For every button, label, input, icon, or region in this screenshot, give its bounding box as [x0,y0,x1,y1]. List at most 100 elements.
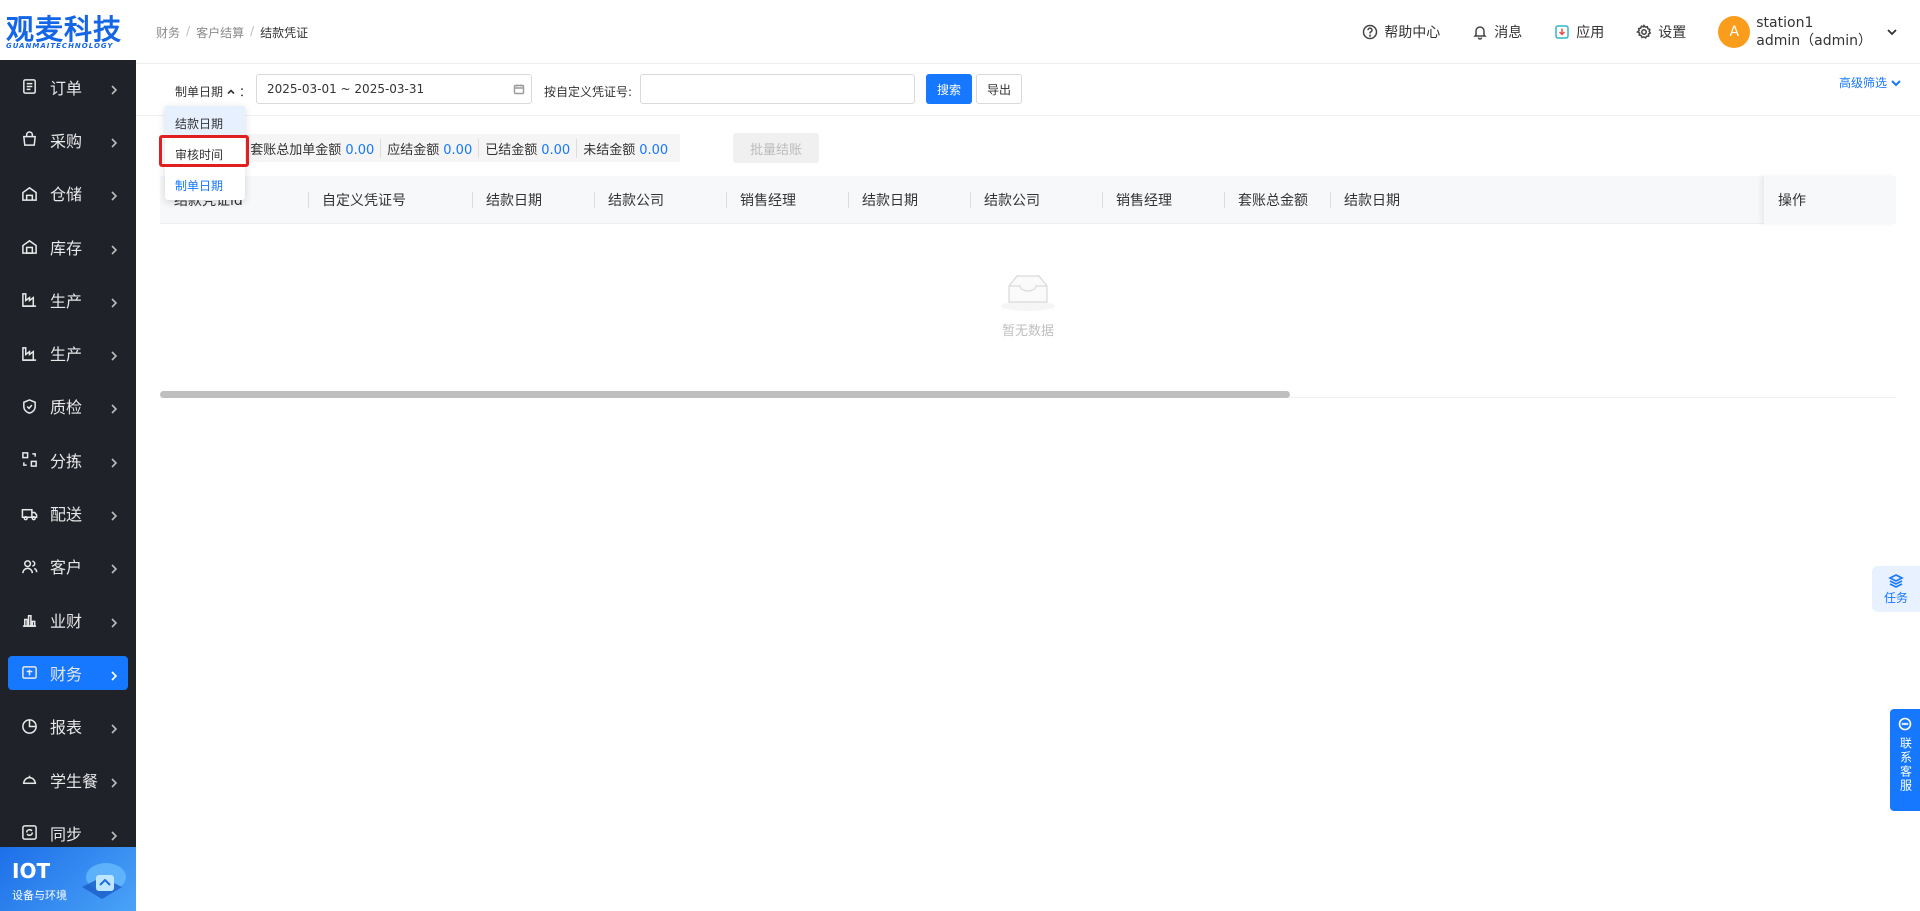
chevron-right-icon [110,560,118,574]
task-label: 任务 [1883,590,1908,605]
sidebar-item-11[interactable]: 财务 [0,646,136,699]
factory-icon [20,344,38,362]
sidebar-item-label: 同步 [50,824,83,844]
dropdown-option-create-date[interactable]: 制单日期 [165,168,245,199]
chevron-right-icon [110,720,118,734]
sidebar-item-label: 质检 [50,398,83,418]
sidebar-item-2[interactable]: 仓储 [0,167,136,220]
gear-icon [1636,24,1652,39]
iot-subtitle: 设备与环境 [12,889,67,902]
settings-label: 设置 [1658,25,1687,41]
user-menu[interactable]: A station1 admin（admin） [1718,14,1898,50]
customer-service-button[interactable]: 联系客服 [1890,709,1920,811]
table-header: 结款日期 套账总金额 销售经理 结款公司 结款日期 销售经理 结款公司 结款日期 自定义凭证号结… [160,176,1896,224]
date-range-value: 2025-03-01 ~ 2025-03-31 [267,82,425,96]
sidebar-item-4[interactable]: 生产 [0,273,136,326]
chevron-up-icon [227,88,235,94]
sidebar-item-label: 生产 [50,291,83,311]
column-header-7: 销售经理 [1102,176,1172,224]
messages-button[interactable]: 消息 [1472,22,1522,42]
sidebar-item-12[interactable]: 报表 [0,700,136,753]
export-button[interactable]: 导出 [976,74,1022,104]
help-center-button[interactable]: 帮助中心 [1362,22,1440,42]
date-range-picker[interactable]: 2025-03-01 ~ 2025-03-31 [256,74,532,104]
task-button[interactable]: 任务 [1872,566,1920,612]
chevron-down-icon [1891,79,1901,86]
chevron-right-icon [110,454,118,468]
chevron-right-icon [110,134,118,148]
breadcrumb-current: 结款凭证 [260,26,309,40]
pie-chart-icon [20,717,38,735]
sync-icon [20,824,38,842]
sidebar-item-9[interactable]: 客户 [0,540,136,593]
iot-title: IOT [12,859,51,883]
summary-bar: 数0 套账总加单金额0.00 应结金额0.00 已结金额0.00 未结金额0.0… [186,134,681,162]
user-station: station1 [1756,15,1814,31]
sidebar-item-7[interactable]: 分拣 [0,433,136,486]
filter-bar: 制单日期 ： 2025-03-01 ~ 2025-03-31 按自定义凭证号: … [136,64,1920,116]
scrollbar-thumb[interactable] [160,391,1290,398]
sidebar-item-6[interactable]: 质检 [0,380,136,433]
sidebar-item-5[interactable]: 生产 [0,326,136,379]
top-header: 财务 / 客户结算 / 结款凭证 帮助中心 消息 应用 设置 A station1 … [136,0,1920,64]
chevron-right-icon [110,827,118,841]
customer-service-label: 联系客服 [1898,737,1913,793]
bar-chart-icon [20,611,38,629]
sorting-icon [20,451,38,469]
advanced-filter-button[interactable]: 高级筛选 [1839,74,1902,91]
summary-due: 应结金额 0.00 [381,138,480,158]
apps-button[interactable]: 应用 [1554,22,1604,42]
dropdown-option-payment-date[interactable]: 结款日期 [165,106,245,137]
logo[interactable]: 观麦科技 GUANMAITECHNOLOGY [0,0,136,60]
summary-unsettled: 未结金额 0.00 [583,142,669,158]
column-header-6: 结款公司 [970,176,1040,224]
empty-box-icon [1001,275,1055,311]
search-button[interactable]: 搜索 [926,74,972,104]
layers-icon [1888,573,1904,588]
sidebar-item-10[interactable]: 业财 [0,593,136,646]
sidebar-item-label: 采购 [50,131,83,151]
sidebar-item-label: 分拣 [50,451,83,471]
iot-banner[interactable]: IOT 设备与环境 [0,847,136,911]
warehouse-icon [20,184,38,202]
date-type-select[interactable]: 制单日期 ： [175,83,251,100]
empty-text: 暂无数据 [1001,324,1054,339]
advanced-filter-label: 高级筛选 [1838,76,1887,90]
chevron-right-icon [110,507,118,521]
sidebar-item-label: 客户 [50,558,83,578]
column-header-1: 自定义凭证号 [308,176,406,224]
sidebar: 观麦科技 GUANMAITECHNOLOGY 订单 采购 仓储 库存 生产 生产 质检 分拣配… [0,0,136,911]
truck-icon [20,504,38,522]
column-header-2: 结款日期 [472,176,542,224]
avatar: A [1718,16,1751,48]
help-icon [1363,24,1378,40]
sidebar-item-0[interactable]: 订单 [0,60,136,113]
header-actions: 帮助中心 消息 应用 设置 A station1 admin（admin） [1362,0,1920,64]
settings-button[interactable]: 设置 [1636,22,1686,42]
breadcrumb-customer-settlement[interactable]: 客户结算 [196,24,244,41]
sidebar-item-label: 订单 [50,78,83,98]
apps-label: 应用 [1576,25,1605,41]
voucher-label: 按自定义凭证号: [544,85,633,99]
sidebar-item-label: 生产 [50,345,83,365]
sidebar-item-13[interactable]: 学生餐 [0,753,136,806]
breadcrumb-finance[interactable]: 财务 [156,24,180,41]
chevron-right-icon [110,294,118,308]
sidebar-item-8[interactable]: 配送 [0,486,136,539]
user-account: admin（admin） [1756,33,1872,49]
finance-icon [20,664,38,682]
column-header-4: 销售经理 [726,176,796,224]
summary-settled: 已结金额 0.00 [479,138,578,158]
sidebar-item-label: 学生餐 [50,771,99,791]
date-type-label: 制单日期 [175,85,224,99]
chevron-right-icon [110,81,118,95]
column-header-8: 套账总金额 [1224,176,1308,224]
sidebar-item-label: 配送 [50,505,83,525]
summary-total: 套账总加单金额 0.00 [244,138,382,158]
horizontal-scrollbar[interactable] [160,390,1896,398]
sidebar-item-3[interactable]: 库存 [0,220,136,273]
sidebar-item-1[interactable]: 采购 [0,113,136,166]
batch-settle-button[interactable]: 批量结账 [733,133,819,163]
voucher-input[interactable] [640,74,915,104]
app-download-icon [1555,25,1570,39]
